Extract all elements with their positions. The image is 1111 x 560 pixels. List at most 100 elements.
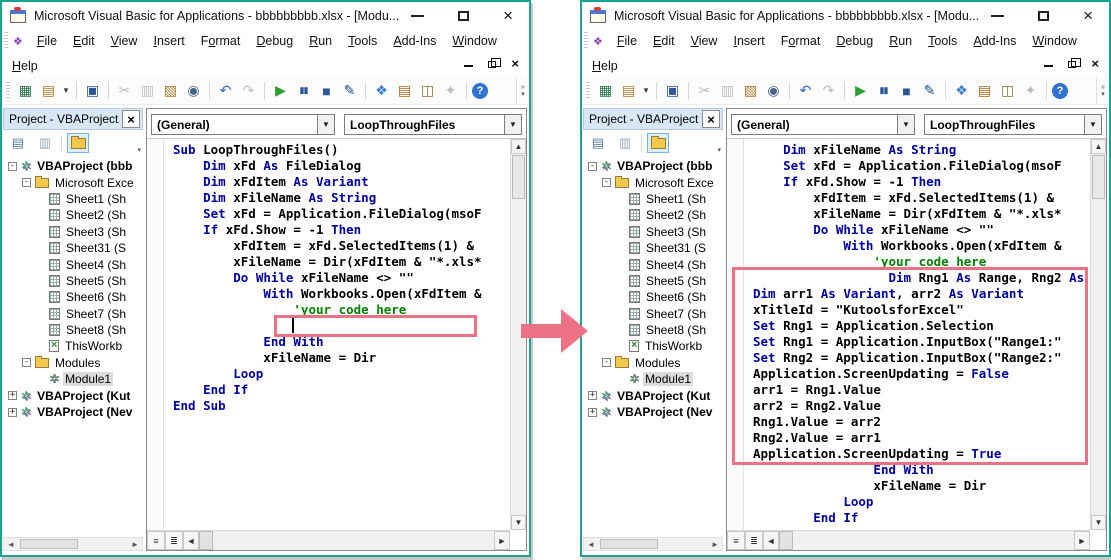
- scroll-right-icon[interactable]: ►: [708, 538, 722, 550]
- properties-window-icon[interactable]: ▤: [394, 80, 415, 101]
- project-panel-close-icon[interactable]: ×: [702, 110, 720, 128]
- tree-item-vbaproject-nev[interactable]: +VBAProject (Nev: [584, 404, 722, 420]
- code-line[interactable]: If xFd.Show = -1 Then: [173, 222, 510, 238]
- tree-item-sheet7-sh[interactable]: Sheet7 (Sh: [584, 306, 722, 322]
- minimize-icon[interactable]: [991, 15, 1004, 17]
- reset-icon[interactable]: ■: [316, 80, 337, 101]
- view-object-icon[interactable]: ▥: [614, 133, 636, 153]
- insert-userform-icon[interactable]: ▤: [618, 80, 639, 101]
- procedure-view-icon[interactable]: ≡: [727, 531, 745, 550]
- menu-tools[interactable]: Tools: [920, 30, 965, 52]
- full-module-view-icon[interactable]: ≣: [165, 531, 183, 550]
- code-editor[interactable]: Dim xFileName As String Set xFd = Applic…: [727, 139, 1090, 530]
- maximize-icon[interactable]: [1038, 11, 1049, 21]
- insert-userform-dropdown-icon[interactable]: ▾: [61, 80, 71, 101]
- collapse-icon[interactable]: -: [588, 162, 597, 171]
- code-line[interactable]: Dim xFileName As String: [753, 142, 1090, 158]
- scroll-left-icon[interactable]: ◄: [4, 538, 18, 550]
- menu-insert[interactable]: Insert: [725, 30, 772, 52]
- paste-icon[interactable]: ▧: [160, 80, 181, 101]
- tree-item-sheet7-sh[interactable]: Sheet7 (Sh: [4, 306, 142, 322]
- toggle-folders-icon[interactable]: [647, 133, 669, 153]
- scroll-thumb[interactable]: [20, 539, 78, 549]
- tree-item-sheet4-sh[interactable]: Sheet4 (Sh: [584, 256, 722, 272]
- view-code-icon[interactable]: ▤: [7, 133, 29, 153]
- scroll-up-icon[interactable]: ▲: [1091, 139, 1106, 154]
- project-toolbar-overflow[interactable]: ▾: [717, 146, 721, 154]
- tree-item-sheet2-sh[interactable]: Sheet2 (Sh: [584, 207, 722, 223]
- chevron-down-icon[interactable]: ▼: [897, 115, 914, 134]
- tree-item-module1[interactable]: Module1: [584, 371, 722, 387]
- tree-item-sheet4-sh[interactable]: Sheet4 (Sh: [4, 256, 142, 272]
- code-line[interactable]: Set xFd = Application.FileDialog(msoF: [173, 206, 510, 222]
- menu-grip[interactable]: [584, 32, 588, 50]
- code-line[interactable]: xFileName = Dir(xFdItem & "*.xls*: [173, 254, 510, 270]
- chevron-down-icon[interactable]: ▼: [317, 115, 334, 134]
- tree-item-modules[interactable]: -Modules: [4, 355, 142, 371]
- menu-window[interactable]: Window: [1024, 30, 1084, 52]
- expand-icon[interactable]: +: [8, 391, 17, 400]
- scroll-thumb[interactable]: [1092, 155, 1105, 199]
- view-code-icon[interactable]: ▤: [587, 133, 609, 153]
- undo-icon[interactable]: ↶: [795, 80, 816, 101]
- scroll-thumb[interactable]: [512, 155, 525, 199]
- view-object-icon[interactable]: ▥: [34, 133, 56, 153]
- code-line[interactable]: xFileName = Dir: [753, 478, 1090, 494]
- run-sub-icon[interactable]: ▶: [850, 80, 871, 101]
- toolbar-grip[interactable]: [6, 82, 10, 100]
- find-icon[interactable]: ◉: [763, 80, 784, 101]
- insert-userform-icon[interactable]: ▤: [38, 80, 59, 101]
- collapse-icon[interactable]: -: [22, 178, 31, 187]
- menu-grip[interactable]: [4, 32, 8, 50]
- code-line[interactable]: Dim xFd As FileDialog: [173, 158, 510, 174]
- help-icon[interactable]: ?: [472, 83, 488, 99]
- code-vscrollbar[interactable]: ▲ ▼: [1090, 139, 1106, 530]
- code-line[interactable]: Sub LoopThroughFiles(): [173, 142, 510, 158]
- code-line[interactable]: xFileName = Dir(xFdItem & "*.xls*: [753, 206, 1090, 222]
- code-line[interactable]: Do While xFileName <> "": [173, 270, 510, 286]
- menu-view[interactable]: View: [683, 30, 726, 52]
- tree-item-sheet8-sh[interactable]: Sheet8 (Sh: [584, 322, 722, 338]
- menu-window[interactable]: Window: [444, 30, 504, 52]
- scroll-left-icon[interactable]: ◄: [183, 531, 199, 550]
- tree-item-sheet2-sh[interactable]: Sheet2 (Sh: [4, 207, 142, 223]
- tree-item-sheet1-sh[interactable]: Sheet1 (Sh: [4, 191, 142, 207]
- menu-tools[interactable]: Tools: [340, 30, 385, 52]
- chevron-down-icon[interactable]: ▼: [504, 115, 521, 134]
- project-panel-header[interactable]: Project - VBAProject ×: [3, 108, 143, 130]
- menu-add-ins[interactable]: Add-Ins: [385, 30, 444, 52]
- menu-debug[interactable]: Debug: [248, 30, 301, 52]
- procedure-view-icon[interactable]: ≡: [147, 531, 165, 550]
- tree-item-thisworkb[interactable]: ThisWorkb: [584, 338, 722, 354]
- tree-item-sheet5-sh[interactable]: Sheet5 (Sh: [584, 273, 722, 289]
- menu-add-ins[interactable]: Add-Ins: [965, 30, 1024, 52]
- run-sub-icon[interactable]: ▶: [270, 80, 291, 101]
- project-explorer-icon[interactable]: ❖: [951, 80, 972, 101]
- collapse-icon[interactable]: -: [602, 358, 611, 367]
- menu-file[interactable]: File: [609, 30, 645, 52]
- procedure-dropdown[interactable]: LoopThroughFiles ▼: [344, 114, 522, 135]
- properties-window-icon[interactable]: ▤: [974, 80, 995, 101]
- tree-item-sheet3-sh[interactable]: Sheet3 (Sh: [584, 224, 722, 240]
- code-line[interactable]: End Sub: [173, 398, 510, 414]
- tree-item-vbaproject-nev[interactable]: +VBAProject (Nev: [4, 404, 142, 420]
- find-icon[interactable]: ◉: [183, 80, 204, 101]
- menu-format[interactable]: Format: [193, 30, 249, 52]
- full-module-view-icon[interactable]: ≣: [745, 531, 763, 550]
- collapse-icon[interactable]: -: [602, 178, 611, 187]
- code-line[interactable]: Set xFd = Application.FileDialog(msoF: [753, 158, 1090, 174]
- tree-item-microsoft-exce[interactable]: -Microsoft Exce: [584, 174, 722, 190]
- design-mode-icon[interactable]: ✎: [919, 80, 940, 101]
- scroll-thumb[interactable]: [779, 531, 793, 550]
- code-line[interactable]: Loop: [753, 494, 1090, 510]
- toolbar-grip[interactable]: [586, 82, 590, 100]
- code-line[interactable]: End If: [173, 382, 510, 398]
- scroll-left-icon[interactable]: ◄: [763, 531, 779, 550]
- menu-debug[interactable]: Debug: [828, 30, 881, 52]
- menu-help[interactable]: Help: [584, 55, 626, 77]
- code-line[interactable]: Dim xFileName As String: [173, 190, 510, 206]
- scroll-left-icon[interactable]: ◄: [584, 538, 598, 550]
- object-browser-icon[interactable]: ◫: [417, 80, 438, 101]
- expand-icon[interactable]: +: [588, 408, 597, 417]
- chevron-down-icon[interactable]: ▼: [1084, 115, 1101, 134]
